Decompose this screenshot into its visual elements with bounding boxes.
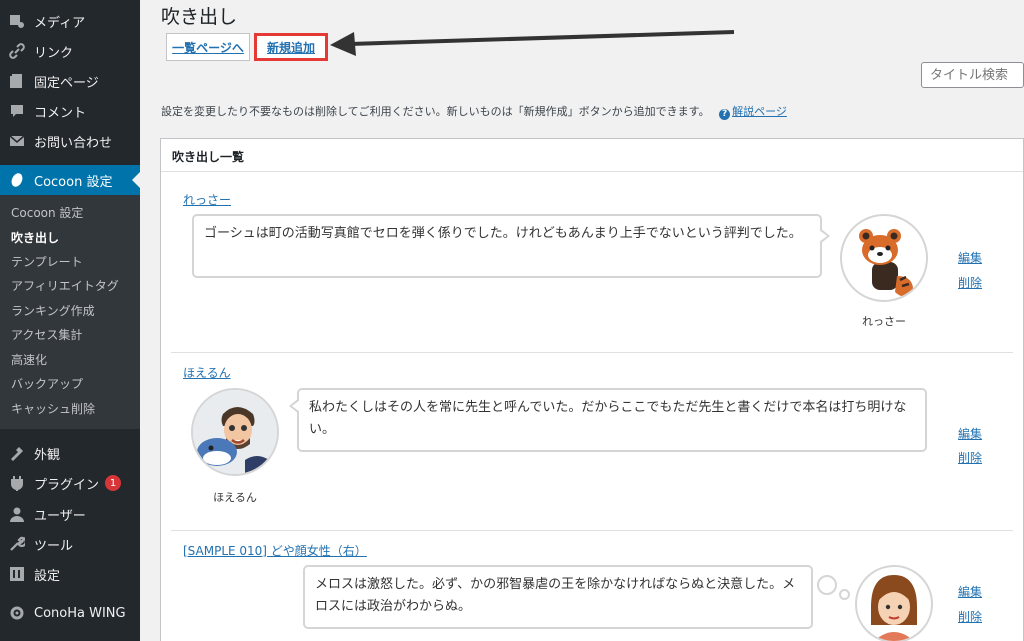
delete-link[interactable]: 削除 xyxy=(958,608,982,625)
submenu-speed[interactable]: 高速化 xyxy=(11,350,47,370)
menu-comments[interactable]: コメント xyxy=(0,96,140,126)
tab-list-page[interactable]: 一覧ページへ xyxy=(166,33,250,61)
link-icon xyxy=(9,43,25,59)
menu-contact-label: お問い合わせ xyxy=(34,135,113,151)
menu-tools-label: ツール xyxy=(34,538,74,554)
submenu-affiliate[interactable]: アフィリエイトタグ xyxy=(11,276,119,296)
plugin-update-badge: 1 xyxy=(105,475,122,491)
delete-link[interactable]: 削除 xyxy=(958,274,982,291)
page-icon xyxy=(9,73,25,89)
edit-link[interactable]: 編集 xyxy=(958,425,982,442)
delete-link[interactable]: 削除 xyxy=(958,449,982,466)
menu-users[interactable]: ユーザー xyxy=(0,499,140,529)
submenu-template[interactable]: テンプレート xyxy=(11,252,83,272)
edit-link[interactable]: 編集 xyxy=(958,249,982,266)
submenu-cocoon-settings[interactable]: Cocoon 設定 xyxy=(11,203,83,223)
man-with-whale-icon xyxy=(193,390,277,474)
avatar xyxy=(840,214,928,302)
balloon-text: 私わたくしはその人を常に先生と呼んでいた。だからここでもただ先生と書くだけで本名… xyxy=(289,388,927,452)
page-description: 設定を変更したり不要なものは削除してご利用ください。新しいものは「新規作成」ボタ… xyxy=(161,103,787,120)
cocoon-icon xyxy=(9,172,25,188)
menu-links-label: リンク xyxy=(34,45,74,61)
menu-contact[interactable]: お問い合わせ xyxy=(0,126,140,156)
settings-icon xyxy=(9,566,25,582)
avatar-label: れっさー xyxy=(862,315,906,328)
menu-pages-label: 固定ページ xyxy=(34,75,99,91)
avatar xyxy=(855,565,933,641)
balloon-entry: [SAMPLE 010] どや顔女性（右） メロスは激怒した。必ず、かの邪智暴虐… xyxy=(171,531,1013,641)
avatar xyxy=(191,388,279,476)
mail-icon xyxy=(9,133,25,149)
cocoon-submenu: Cocoon 設定 吹き出し テンプレート アフィリエイトタグ ランキング作成 … xyxy=(0,195,140,429)
menu-settings[interactable]: 設定 xyxy=(0,559,140,589)
thought-bubble-large-icon xyxy=(817,575,837,595)
page-title: 吹き出し xyxy=(161,6,238,28)
thought-bubble-small-icon xyxy=(839,589,850,600)
question-icon: ? xyxy=(719,108,731,120)
description-text: 設定を変更したり不要なものは削除してご利用ください。新しいものは「新規作成」ボタ… xyxy=(161,105,710,118)
menu-settings-label: 設定 xyxy=(34,568,61,584)
menu-media[interactable]: メディア xyxy=(0,6,140,36)
menu-conoha[interactable]: ConoHa WING xyxy=(0,598,140,628)
conoha-icon xyxy=(9,605,25,621)
menu-plugins-label: プラグイン xyxy=(34,477,100,493)
balloon-name-link[interactable]: れっさー xyxy=(183,191,231,208)
avatar-label: ほえるん xyxy=(213,491,257,504)
menu-appearance[interactable]: 外観 xyxy=(0,438,140,468)
balloon-name-link[interactable]: ほえるん xyxy=(183,364,231,381)
media-icon xyxy=(9,13,25,29)
balloon-text: ゴーシュは町の活動写真館でセロを弾く係りでした。けれどもあんまり上手でないという… xyxy=(192,214,830,278)
appearance-icon xyxy=(9,445,25,461)
user-icon xyxy=(9,506,25,522)
balloon-entry: れっさー ゴーシュは町の活動写真館でセロを弾く係りでした。けれどもあんまり上手で… xyxy=(171,173,1013,353)
submenu-balloon[interactable]: 吹き出し xyxy=(11,228,59,248)
menu-appearance-label: 外観 xyxy=(34,447,61,463)
help-page-link[interactable]: ? 解説ページ xyxy=(719,105,787,120)
plugin-icon xyxy=(9,475,25,491)
main-content: 吹き出し 一覧ページへ 新規追加 設定を変更したり不要なものは削除してご利用くだ… xyxy=(140,0,1024,641)
title-search-input[interactable] xyxy=(921,62,1024,88)
panel-title: 吹き出し一覧 xyxy=(161,139,1023,172)
menu-comments-label: コメント xyxy=(34,105,87,121)
submenu-ranking[interactable]: ランキング作成 xyxy=(11,301,95,321)
smug-woman-icon xyxy=(871,575,917,641)
menu-pages[interactable]: 固定ページ xyxy=(0,66,140,96)
balloon-name-link[interactable]: [SAMPLE 010] どや顔女性（右） xyxy=(183,542,367,559)
menu-conoha-label: ConoHa WING xyxy=(34,605,126,621)
menu-links[interactable]: リンク xyxy=(0,36,140,66)
tab-add-new[interactable]: 新規追加 xyxy=(254,33,328,61)
annotation-arrow-icon xyxy=(330,30,735,56)
tool-icon xyxy=(9,536,25,552)
menu-cocoon-settings[interactable]: Cocoon 設定 xyxy=(0,165,140,195)
submenu-cache[interactable]: キャッシュ削除 xyxy=(11,399,95,419)
menu-cocoon-label: Cocoon 設定 xyxy=(34,174,113,190)
submenu-backup[interactable]: バックアップ xyxy=(11,374,83,394)
menu-plugins[interactable]: プラグイン 1 xyxy=(0,468,140,498)
menu-tools[interactable]: ツール xyxy=(0,529,140,559)
balloon-list-panel: 吹き出し一覧 れっさー ゴーシュは町の活動写真館でセロを弾く係りでした。けれども… xyxy=(160,138,1024,641)
menu-users-label: ユーザー xyxy=(34,508,86,524)
admin-sidebar: メディア リンク 固定ページ コメント お問い合わせ Cocoon 設定 Coc… xyxy=(0,0,140,641)
comment-icon xyxy=(9,103,25,119)
submenu-access[interactable]: アクセス集計 xyxy=(11,325,82,345)
menu-media-label: メディア xyxy=(34,15,86,31)
help-link-label: 解説ページ xyxy=(732,105,787,118)
balloon-text: メロスは激怒した。必ず、かの邪智暴虐の王を除かなければならぬと決意した。メロスに… xyxy=(303,565,813,629)
edit-link[interactable]: 編集 xyxy=(958,583,982,600)
red-panda-icon xyxy=(859,229,914,297)
balloon-entry: ほえるん ほえるん 私わたくしはその人を常に先生と呼んでいた。だからここでもただ… xyxy=(171,353,1013,531)
